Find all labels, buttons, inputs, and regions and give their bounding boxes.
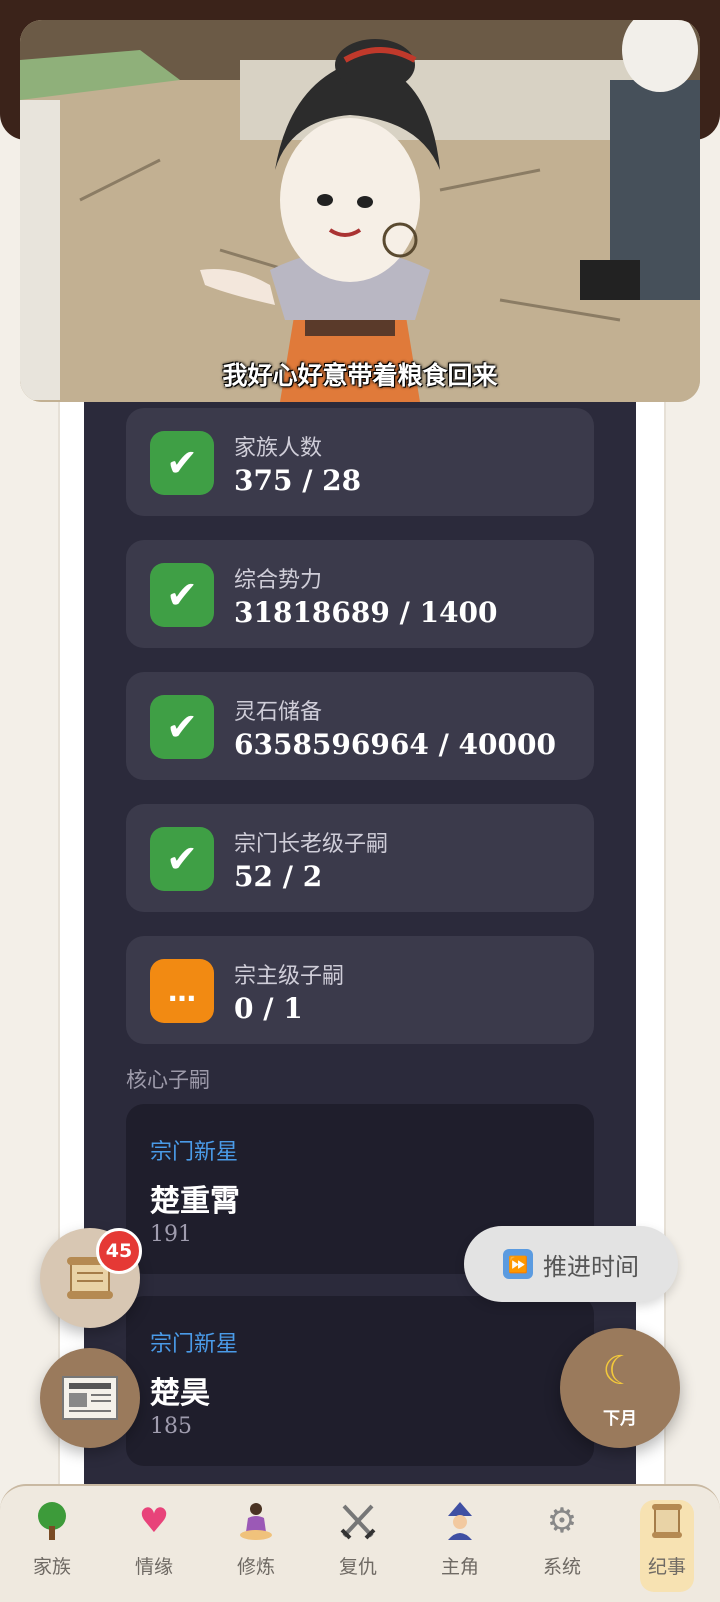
tab-label: 家族 <box>32 1556 71 1578</box>
requirement-label: 综合势力 <box>234 568 323 593</box>
tab-label: 情缘 <box>134 1556 173 1578</box>
tab-protagonist[interactable]: 主角 <box>410 1500 510 1592</box>
meditation-icon <box>240 1503 272 1540</box>
requirement-card-power: ✔ 综合势力 31818689 / 1400 <box>126 540 594 648</box>
tab-romance[interactable]: ♥ 情缘 <box>104 1500 204 1592</box>
notification-badge: 45 <box>96 1228 142 1274</box>
requirement-label: 灵石储备 <box>234 700 323 725</box>
next-month-button[interactable]: ☾ 下月 <box>560 1328 680 1448</box>
tab-family[interactable]: 家族 <box>2 1500 102 1592</box>
requirement-card-family-size: ✔ 家族人数 375 / 28 <box>126 408 594 516</box>
tab-label: 修炼 <box>236 1556 275 1578</box>
video-player[interactable]: 我好心好意带着粮食回来 <box>20 20 700 402</box>
tab-label: 主角 <box>440 1556 479 1578</box>
heir-card[interactable]: 宗门新星 楚昊 185 <box>126 1296 594 1466</box>
tab-chronicle[interactable]: 纪事 <box>640 1500 694 1592</box>
video-frame <box>20 20 700 402</box>
requirement-label: 宗门长老级子嗣 <box>234 832 389 857</box>
video-subtitle: 我好心好意带着粮食回来 <box>222 361 498 390</box>
hearts-icon: ♥ <box>138 1501 170 1541</box>
requirement-card-elder-heirs: ✔ 宗门长老级子嗣 52 / 2 <box>126 804 594 912</box>
heir-title: 宗门新星 <box>150 1332 239 1357</box>
tab-revenge[interactable]: 复仇 <box>308 1500 408 1592</box>
moon-icon: ☾ <box>602 1348 638 1394</box>
tab-system[interactable]: ⚙ 系统 <box>512 1500 612 1592</box>
next-month-label: 下月 <box>603 1409 637 1429</box>
requirement-label: 宗主级子嗣 <box>234 964 345 989</box>
crossed-swords-icon <box>340 1504 376 1540</box>
requirement-card-spirit-stones: ✔ 灵石储备 6358596964 / 40000 <box>126 672 594 780</box>
heir-name: 楚昊 <box>150 1376 210 1411</box>
check-icon: ✔ <box>150 695 214 759</box>
newspaper-icon <box>62 1376 118 1420</box>
check-icon: ✔ <box>150 431 214 495</box>
advance-time-button[interactable]: ⏩ 推进时间 <box>464 1226 678 1302</box>
requirement-value: 0 / 1 <box>234 992 303 1025</box>
check-icon: ✔ <box>150 827 214 891</box>
heir-name: 楚重霄 <box>150 1184 240 1219</box>
ellipsis-icon: … <box>150 959 214 1023</box>
tab-label: 纪事 <box>647 1556 686 1578</box>
heir-value: 191 <box>150 1222 192 1247</box>
heir-value: 185 <box>150 1414 192 1439</box>
tab-label: 复仇 <box>338 1556 377 1578</box>
requirement-value: 375 / 28 <box>234 464 362 497</box>
requirement-card-master-heirs: … 宗主级子嗣 0 / 1 <box>126 936 594 1044</box>
requirement-label: 家族人数 <box>234 436 323 461</box>
core-heirs-heading: 核心子嗣 <box>126 1068 210 1092</box>
newspaper-button[interactable] <box>40 1348 140 1448</box>
advance-time-label: 推进时间 <box>543 1252 639 1281</box>
bottom-tab-bar: 家族 ♥ 情缘 修炼 复仇 主角 ⚙ 系统 纪事 <box>0 1484 720 1602</box>
requirement-value: 31818689 / 1400 <box>234 596 498 629</box>
scroll-icon <box>652 1504 682 1538</box>
gear-icon: ⚙ <box>546 1501 578 1541</box>
tab-label: 系统 <box>542 1556 581 1578</box>
fast-forward-icon: ⏩ <box>503 1249 533 1279</box>
heir-title: 宗门新星 <box>150 1140 239 1165</box>
mage-icon <box>448 1502 472 1540</box>
requirement-value: 6358596964 / 40000 <box>234 728 556 761</box>
tab-cultivation[interactable]: 修炼 <box>206 1500 306 1592</box>
tree-icon <box>38 1502 66 1540</box>
requirement-value: 52 / 2 <box>234 860 323 893</box>
check-icon: ✔ <box>150 563 214 627</box>
